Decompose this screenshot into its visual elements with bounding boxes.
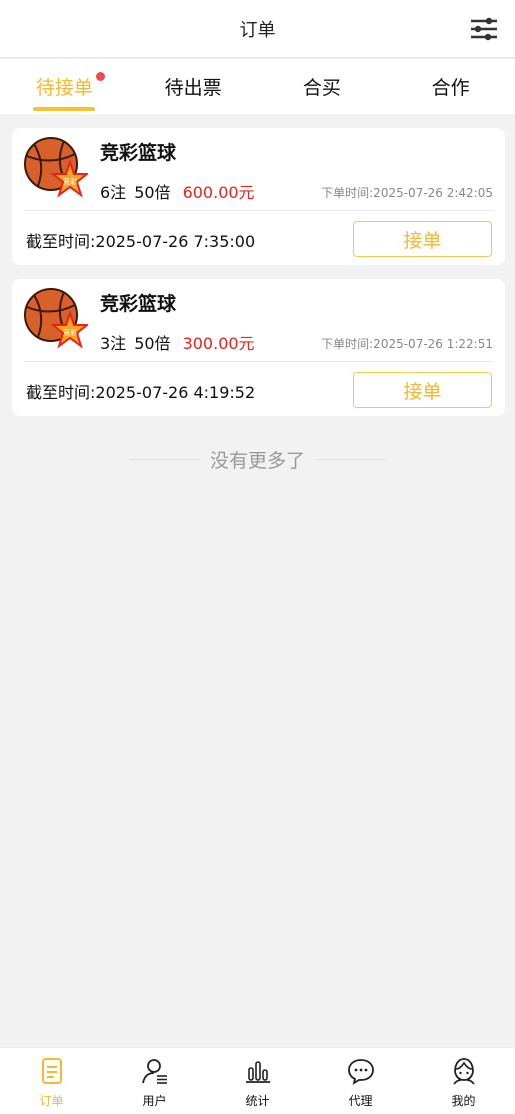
game-name: 竞彩篮球 (100, 142, 177, 164)
order-card: 竞彩 竞彩篮球 6注 50倍 600.00元 下单时间:2025-07-26 2… (12, 128, 505, 265)
order-time: 下单时间:2025-07-26 2:42:05 (321, 186, 493, 200)
stats-icon (245, 1061, 270, 1083)
new-order-dot (95, 72, 105, 81)
basketball-logo-icon: 竞彩 (24, 137, 88, 198)
multiple: 50倍 (134, 334, 171, 353)
divider (315, 458, 385, 460)
order-amount: 300.00元 (182, 334, 255, 353)
tab-to-print[interactable]: 待出票 (129, 59, 258, 114)
order-amount: 600.00元 (182, 183, 255, 202)
divider (24, 361, 493, 362)
order-card: 竞彩 竞彩篮球 3注 50倍 300.00元 下单时间:2025-07-26 1… (12, 279, 505, 416)
order-meta: 6注 50倍 600.00元 (100, 179, 255, 203)
tab-group-buy[interactable]: 合买 (258, 59, 387, 114)
active-tab-indicator (33, 107, 96, 111)
page-title: 订单 (239, 19, 276, 41)
tabbar-item-me[interactable]: 我的 (412, 1048, 515, 1114)
multiple: 50倍 (134, 183, 171, 202)
logo-text: 竞彩 (63, 328, 77, 337)
game-name: 竞彩篮球 (100, 293, 177, 315)
notes-count: 3注 (100, 334, 127, 353)
filter-button[interactable] (469, 14, 499, 44)
tabbar-label: 代理 (348, 1094, 373, 1108)
deadline: 截至时间:2025-07-26 7:35:00 (26, 232, 256, 251)
order-time: 下单时间:2025-07-26 1:22:51 (321, 337, 493, 351)
tab-label: 待出票 (164, 77, 222, 99)
tabbar-label: 用户 (142, 1094, 167, 1108)
tabbar-label: 我的 (451, 1094, 476, 1108)
bottom-tab-bar: 订单 用户 统计 代理 我的 (0, 1047, 515, 1114)
notes-count: 6注 (100, 183, 127, 202)
accept-order-button[interactable]: 接单 (353, 372, 492, 408)
order-meta: 3注 50倍 300.00元 (100, 330, 255, 354)
tab-label: 合买 (302, 77, 341, 99)
tab-cooperation[interactable]: 合作 (386, 59, 515, 114)
order-icon (41, 1058, 62, 1084)
tabbar-item-stats[interactable]: 统计 (206, 1048, 309, 1114)
divider (24, 210, 493, 211)
accept-order-button[interactable]: 接单 (353, 221, 492, 257)
basketball-logo-icon: 竞彩 (24, 288, 88, 349)
tabbar-label: 统计 (245, 1094, 270, 1108)
tabbar-item-users[interactable]: 用户 (103, 1048, 206, 1114)
agent-chat-icon (347, 1059, 374, 1085)
tab-label: 合作 (431, 77, 470, 99)
profile-icon (452, 1058, 475, 1085)
order-status-tabs: 待接单 待出票 合买 合作 (0, 59, 515, 114)
no-more-text: 没有更多了 (209, 449, 305, 472)
tabbar-item-agent[interactable]: 代理 (309, 1048, 412, 1114)
user-icon (141, 1059, 167, 1084)
tab-label: 待接单 (35, 77, 93, 99)
logo-text: 竞彩 (63, 177, 77, 186)
no-more-indicator: 没有更多了 (0, 444, 515, 474)
tabbar-label: 订单 (39, 1094, 64, 1108)
tabbar-item-orders[interactable]: 订单 (0, 1048, 103, 1114)
tab-pending[interactable]: 待接单 (0, 59, 129, 114)
sliders-icon (471, 17, 497, 41)
divider (129, 458, 200, 460)
deadline: 截至时间:2025-07-26 4:19:52 (26, 383, 256, 402)
header-bar: 订单 (0, 0, 515, 58)
